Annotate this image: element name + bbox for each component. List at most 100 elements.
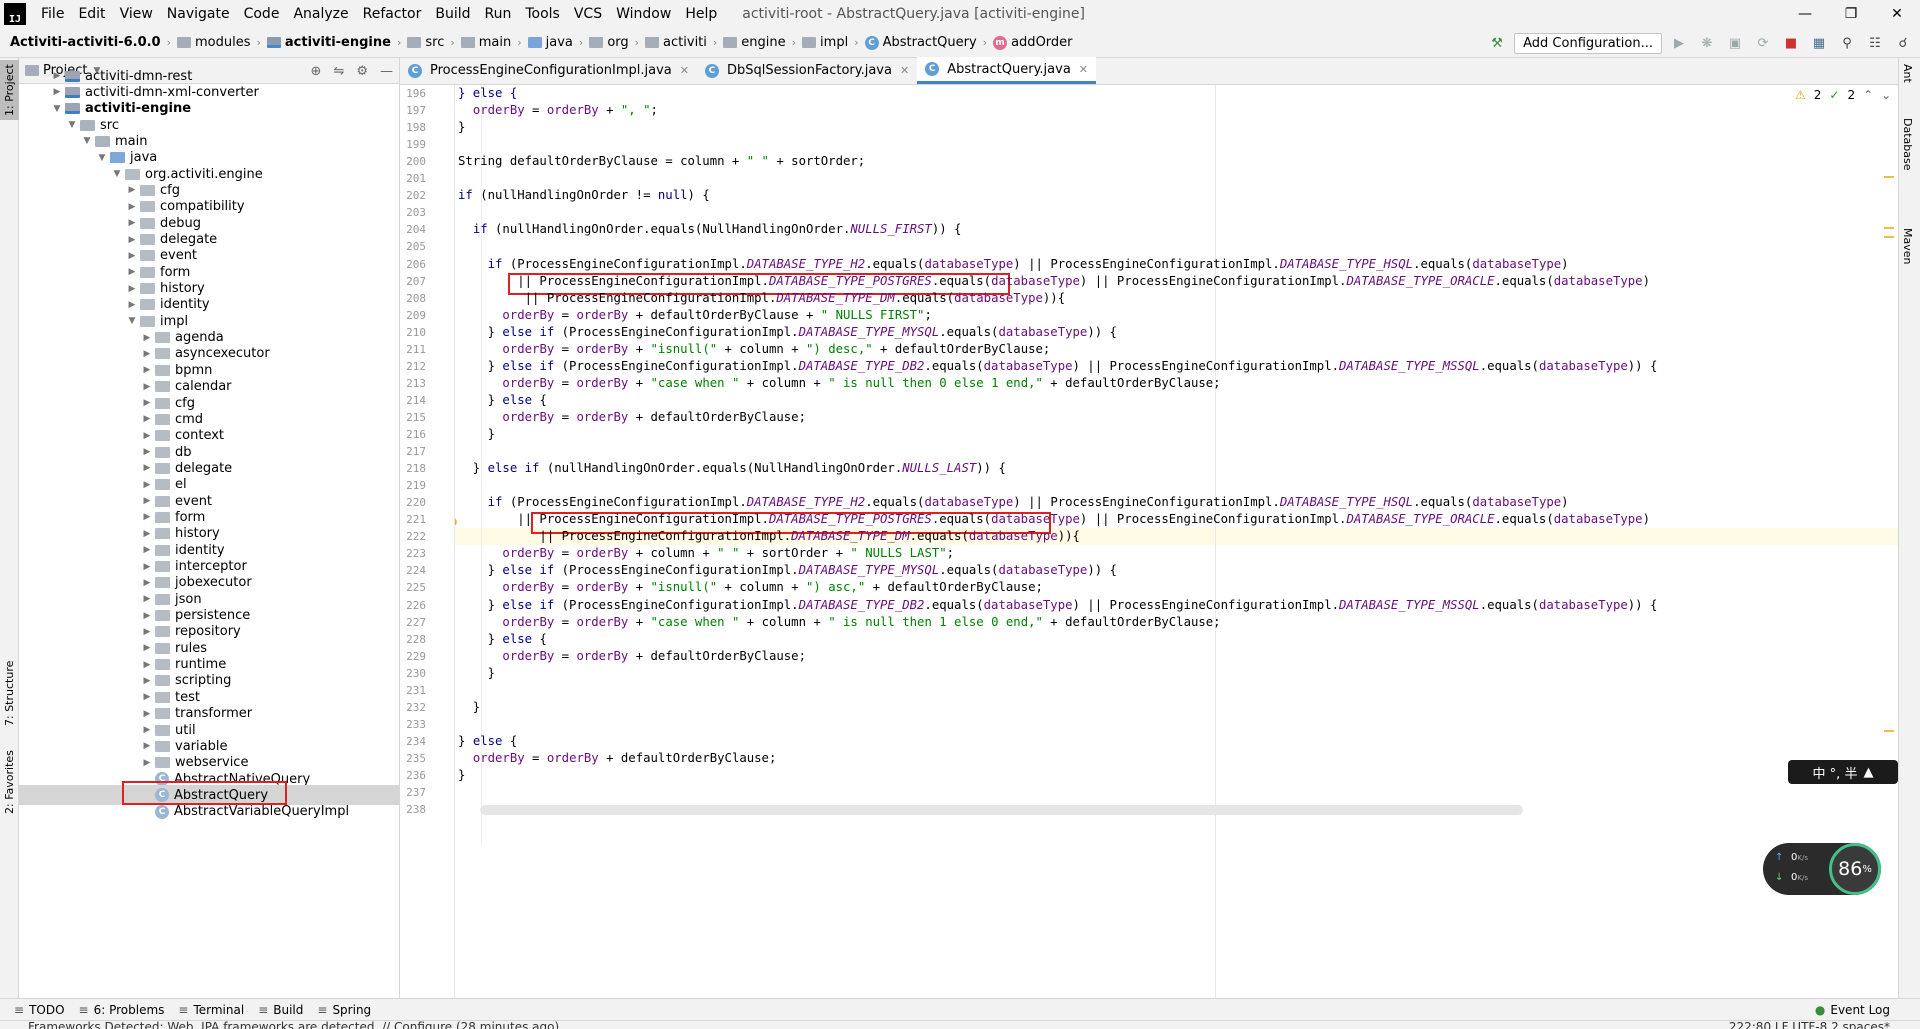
code-line[interactable]: } else if (ProcessEngineConfigurationImp… bbox=[458, 597, 1658, 614]
maximize-icon[interactable]: ❐ bbox=[1828, 0, 1874, 28]
line-number[interactable]: 221 bbox=[400, 511, 426, 528]
line-number[interactable]: 234 bbox=[400, 733, 426, 750]
line-number[interactable]: 223 bbox=[400, 545, 426, 562]
code-line[interactable]: orderBy = orderBy + "case when " + colum… bbox=[458, 375, 1220, 392]
code-line[interactable]: } bbox=[458, 767, 465, 784]
chevron-down-icon[interactable]: ▼ bbox=[49, 104, 65, 114]
menu-analyze[interactable]: Analyze bbox=[286, 0, 355, 28]
code-line[interactable]: orderBy = orderBy + "isnull(" + column +… bbox=[458, 579, 1043, 596]
chevron-right-icon[interactable]: ▶ bbox=[139, 692, 155, 702]
network-monitor-widget[interactable]: ↑ 0K/s ↓ 0K/s 86% bbox=[1763, 843, 1881, 895]
code-line[interactable]: orderBy = orderBy + column + " " + sortO… bbox=[458, 545, 954, 562]
code-line[interactable]: } bbox=[458, 119, 465, 136]
code-line[interactable]: orderBy = orderBy + defaultOrderByClause… bbox=[458, 648, 806, 665]
code-line[interactable]: || ProcessEngineConfigurationImpl.DATABA… bbox=[458, 528, 1080, 545]
tool-window-button[interactable]: ≡ Terminal bbox=[178, 1003, 244, 1017]
code-line[interactable]: } else if (ProcessEngineConfigurationImp… bbox=[458, 562, 1117, 579]
line-number[interactable]: 230 bbox=[400, 665, 426, 682]
line-number[interactable]: 222 bbox=[400, 528, 426, 545]
line-number[interactable]: 238 bbox=[400, 801, 426, 818]
menu-edit[interactable]: Edit bbox=[71, 0, 112, 28]
chevron-right-icon[interactable]: ▶ bbox=[139, 480, 155, 490]
search-everywhere-icon[interactable]: ☌ bbox=[1892, 32, 1914, 54]
line-number[interactable]: 220 bbox=[400, 494, 426, 511]
code-line[interactable]: String defaultOrderByClause = column + "… bbox=[458, 153, 865, 170]
chevron-right-icon[interactable]: ▶ bbox=[139, 496, 155, 506]
tool-window-button[interactable]: ≡ Spring bbox=[317, 1003, 371, 1017]
menu-build[interactable]: Build bbox=[428, 0, 477, 28]
line-number[interactable]: 203 bbox=[400, 204, 426, 221]
chevron-right-icon[interactable]: ▶ bbox=[49, 87, 65, 97]
chevron-right-icon[interactable]: ▶ bbox=[139, 741, 155, 751]
line-number[interactable]: 198 bbox=[400, 119, 426, 136]
editor-tab[interactable]: C AbstractQuery.java ✕ bbox=[917, 57, 1097, 84]
code-line[interactable]: } else if (nullHandlingOnOrder.equals(Nu… bbox=[458, 460, 1006, 477]
scroll-marker[interactable] bbox=[1884, 227, 1894, 229]
chevron-down-icon[interactable]: ▼ bbox=[109, 169, 125, 179]
line-number[interactable]: 237 bbox=[400, 784, 426, 801]
line-number[interactable]: 213 bbox=[400, 375, 426, 392]
chevron-right-icon[interactable]: ▶ bbox=[139, 463, 155, 473]
menu-window[interactable]: Window bbox=[609, 0, 678, 28]
chevron-right-icon[interactable]: ▶ bbox=[124, 284, 140, 294]
debug-icon[interactable]: ❋ bbox=[1696, 32, 1718, 54]
line-number[interactable]: 227 bbox=[400, 614, 426, 631]
chevron-right-icon[interactable]: ▶ bbox=[139, 414, 155, 424]
event-log-button[interactable]: ● Event Log bbox=[1815, 1003, 1890, 1017]
breadcrumb-item[interactable]: engine bbox=[723, 35, 786, 50]
close-tab-icon[interactable]: ✕ bbox=[1079, 63, 1088, 76]
line-number[interactable]: 208 bbox=[400, 290, 426, 307]
tool-window-button[interactable]: ≡ TODO bbox=[14, 1003, 65, 1017]
chevron-up-icon[interactable]: ⌃ bbox=[1863, 88, 1873, 102]
ant-tool-tab[interactable]: Ant bbox=[1901, 64, 1914, 83]
scroll-marker[interactable] bbox=[1884, 730, 1894, 732]
line-number[interactable]: 231 bbox=[400, 682, 426, 699]
stop-icon[interactable]: ■ bbox=[1780, 32, 1802, 54]
breadcrumb-item[interactable]: m addOrder bbox=[993, 35, 1073, 50]
chevron-down-icon[interactable]: ▼ bbox=[124, 316, 140, 326]
line-number[interactable]: 226 bbox=[400, 597, 426, 614]
status-message[interactable]: Frameworks Detected: Web, JPA frameworks… bbox=[28, 1021, 559, 1029]
line-number[interactable]: 209 bbox=[400, 307, 426, 324]
line-number[interactable]: 197 bbox=[400, 102, 426, 119]
code-line[interactable]: } else { bbox=[458, 733, 517, 750]
code-line[interactable]: } else { bbox=[458, 392, 547, 409]
chevron-right-icon[interactable]: ▶ bbox=[139, 594, 155, 604]
code-line[interactable]: } else if (ProcessEngineConfigurationImp… bbox=[458, 358, 1658, 375]
tool-window-button[interactable]: ≡ Build bbox=[258, 1003, 303, 1017]
menu-help[interactable]: Help bbox=[678, 0, 724, 28]
structure-tool-tab[interactable]: 7: Structure bbox=[0, 658, 19, 728]
settings-icon[interactable]: ☷ bbox=[1864, 32, 1886, 54]
chevron-right-icon[interactable]: ▶ bbox=[139, 758, 155, 768]
chevron-right-icon[interactable]: ▶ bbox=[139, 333, 155, 343]
editor-tab[interactable]: C ProcessEngineConfigurationImpl.java ✕ bbox=[400, 57, 697, 84]
minimize-icon[interactable]: — bbox=[1782, 0, 1828, 28]
inspection-widget[interactable]: ⚠ 2 ✓ 2 ⌃ ⌄ bbox=[1795, 88, 1891, 102]
status-right-info[interactable]: 222:80 LF UTF-8 2 spaces* bbox=[1729, 1021, 1890, 1029]
chevron-right-icon[interactable]: ▶ bbox=[139, 562, 155, 572]
close-tab-icon[interactable]: ✕ bbox=[900, 64, 909, 77]
chevron-right-icon[interactable]: ▶ bbox=[124, 185, 140, 195]
line-number[interactable]: 233 bbox=[400, 716, 426, 733]
breadcrumb-item[interactable]: java bbox=[527, 35, 573, 50]
breadcrumb-item[interactable]: activiti bbox=[645, 35, 707, 50]
line-number[interactable]: 207 bbox=[400, 273, 426, 290]
menu-vcs[interactable]: VCS bbox=[567, 0, 609, 28]
chevron-right-icon[interactable]: ▶ bbox=[139, 529, 155, 539]
code-line[interactable]: } else { bbox=[458, 631, 547, 648]
chevron-right-icon[interactable]: ▶ bbox=[139, 709, 155, 719]
add-configuration-button[interactable]: Add Configuration... bbox=[1514, 32, 1662, 54]
chevron-right-icon[interactable]: ▶ bbox=[139, 611, 155, 621]
line-number[interactable]: 210 bbox=[400, 324, 426, 341]
line-number[interactable]: 202 bbox=[400, 187, 426, 204]
shirt-icon[interactable]: ▲ bbox=[1863, 765, 1873, 780]
menu-file[interactable]: File bbox=[34, 0, 71, 28]
close-icon[interactable]: ✕ bbox=[1874, 0, 1920, 28]
line-number[interactable]: 201 bbox=[400, 170, 426, 187]
code-line[interactable]: orderBy = orderBy + defaultOrderByClause… bbox=[458, 409, 806, 426]
code-line[interactable]: orderBy = orderBy + defaultOrderByClause… bbox=[458, 307, 931, 324]
chevron-right-icon[interactable]: ▶ bbox=[139, 660, 155, 670]
line-number[interactable]: 236 bbox=[400, 767, 426, 784]
chevron-right-icon[interactable]: ▶ bbox=[124, 267, 140, 277]
chevron-down-icon[interactable]: ⌄ bbox=[1881, 88, 1891, 102]
